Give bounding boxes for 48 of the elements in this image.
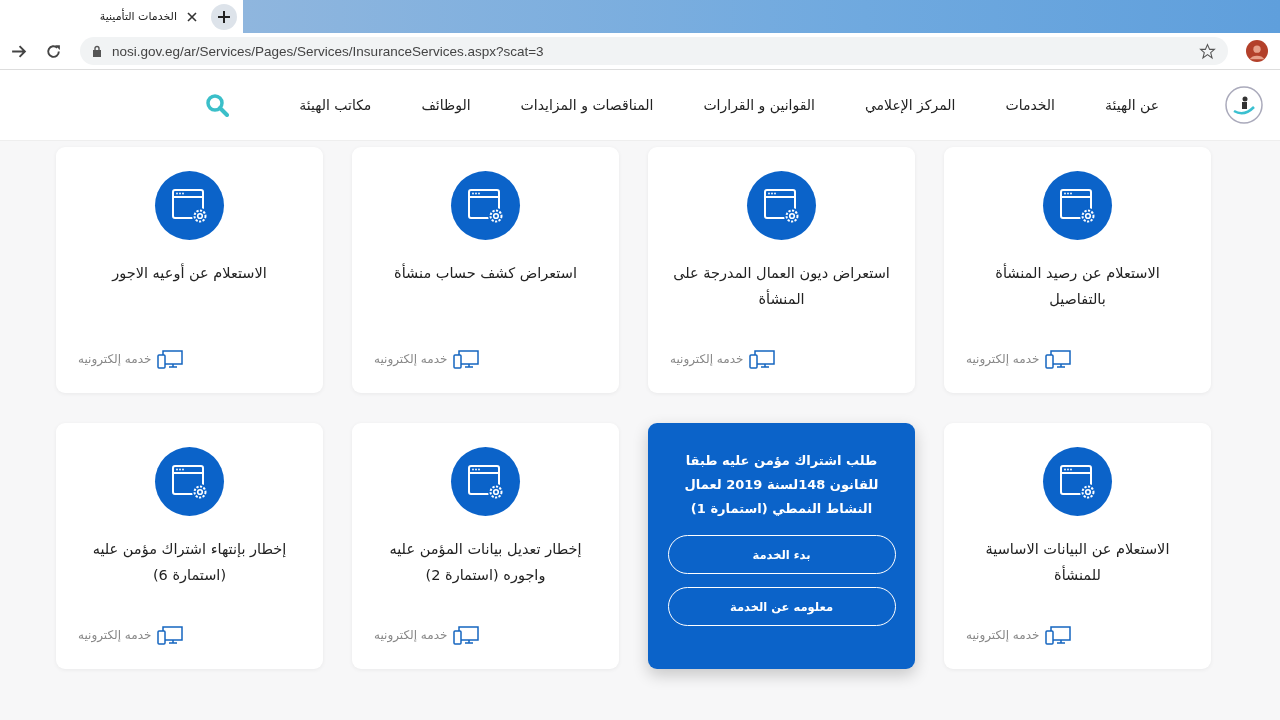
service-type-label: خدمه إلكترونيه	[966, 628, 1040, 642]
card-title: الاستعلام عن البيانات الاساسية للمنشأة	[984, 540, 1171, 585]
service-card[interactable]: استعراض ديون العمال المدرجة على المنشأة خدمه إلكترونيه	[648, 147, 915, 393]
service-card[interactable]: طلب اشتراك مؤمن عليه طبقا للقانون 148لسنة 2019 لعمال النشاط النمطي (استمارة 1) بدء الخدمة معلومه عن الخدمة	[648, 423, 915, 669]
service-type-label: خدمه إلكترونيه	[78, 352, 152, 366]
lock-icon	[92, 45, 102, 57]
address-bar[interactable]: nosi.gov.eg/ar/Services/Pages/Services/InsuranceServices.aspx?scat=3	[80, 37, 1228, 65]
devices-icon	[1045, 625, 1072, 645]
nav-link[interactable]: عن الهيئة	[1079, 97, 1184, 113]
nav-link[interactable]: المناقصات و المزايدات	[495, 97, 679, 113]
nav-link[interactable]: مكاتب الهيئة	[274, 97, 397, 113]
service-card[interactable]: استعراض كشف حساب منشأة خدمه إلكترونيه	[352, 147, 619, 393]
nav-link[interactable]: المركز الإعلامي	[839, 97, 981, 113]
devices-icon	[749, 349, 776, 369]
reload-icon[interactable]	[45, 42, 62, 60]
service-card[interactable]: الاستعلام عن أوعيه الاجور خدمه إلكترونيه	[56, 147, 323, 393]
service-type-label: خدمه إلكترونيه	[78, 628, 152, 642]
service-type-label: خدمه إلكترونيه	[966, 352, 1040, 366]
devices-icon	[453, 625, 480, 645]
logo-icon[interactable]	[1224, 85, 1264, 125]
card-title: إخطار تعديل بيانات المؤمن عليه واجوره (استمارة 2)	[388, 540, 583, 586]
url-text: nosi.gov.eg/ar/Services/Pages/Services/InsuranceServices.aspx?scat=3	[112, 43, 544, 59]
nav-link[interactable]: الوظائف	[396, 97, 496, 113]
service-type-label: خدمه إلكترونيه	[670, 352, 744, 366]
card-title: الاستعلام عن رصيد المنشأة بالتفاصيل	[994, 262, 1161, 309]
devices-icon	[157, 349, 184, 369]
devices-icon	[157, 625, 184, 645]
service-card[interactable]: الاستعلام عن رصيد المنشأة بالتفاصيل خدمه إلكترونيه	[944, 147, 1211, 393]
service-type-label: خدمه إلكترونيه	[374, 628, 448, 642]
service-card[interactable]: إخطار تعديل بيانات المؤمن عليه واجوره (استمارة 2) خدمه إلكترونيه	[352, 423, 619, 669]
devices-icon	[453, 349, 480, 369]
tab-title: الخدمات التأمينية	[99, 10, 177, 23]
devices-icon	[1045, 349, 1072, 369]
new-tab-button[interactable]	[211, 3, 237, 30]
service-card[interactable]: إخطار بإنتهاء اشتراك مؤمن عليه (استمارة 6) خدمه إلكترونيه	[56, 423, 323, 669]
card-title: الاستعلام عن أوعيه الاجور	[110, 262, 268, 284]
nav-link[interactable]: الخدمات	[980, 97, 1080, 113]
nav-link[interactable]: القوانين و القرارات	[678, 97, 840, 113]
service-type-label: خدمه إلكترونيه	[374, 352, 448, 366]
close-icon[interactable]	[187, 11, 197, 22]
plus-icon	[218, 10, 230, 23]
card-title: استعراض كشف حساب منشأة	[393, 262, 578, 284]
card-title: استعراض ديون العمال المدرجة على المنشأة	[672, 264, 891, 309]
card-title: إخطار بإنتهاء اشتراك مؤمن عليه (استمارة 6)	[91, 540, 288, 585]
service-card[interactable]: الاستعلام عن البيانات الاساسية للمنشأة خدمه إلكترونيه	[944, 423, 1211, 669]
profile-avatar[interactable]	[1246, 40, 1268, 62]
card-title: طلب اشتراك مؤمن عليه طبقا للقانون 148لسنة 2019 لعمال النشاط النمطي (استمارة 1)	[683, 452, 880, 518]
star-icon[interactable]	[1199, 42, 1216, 60]
